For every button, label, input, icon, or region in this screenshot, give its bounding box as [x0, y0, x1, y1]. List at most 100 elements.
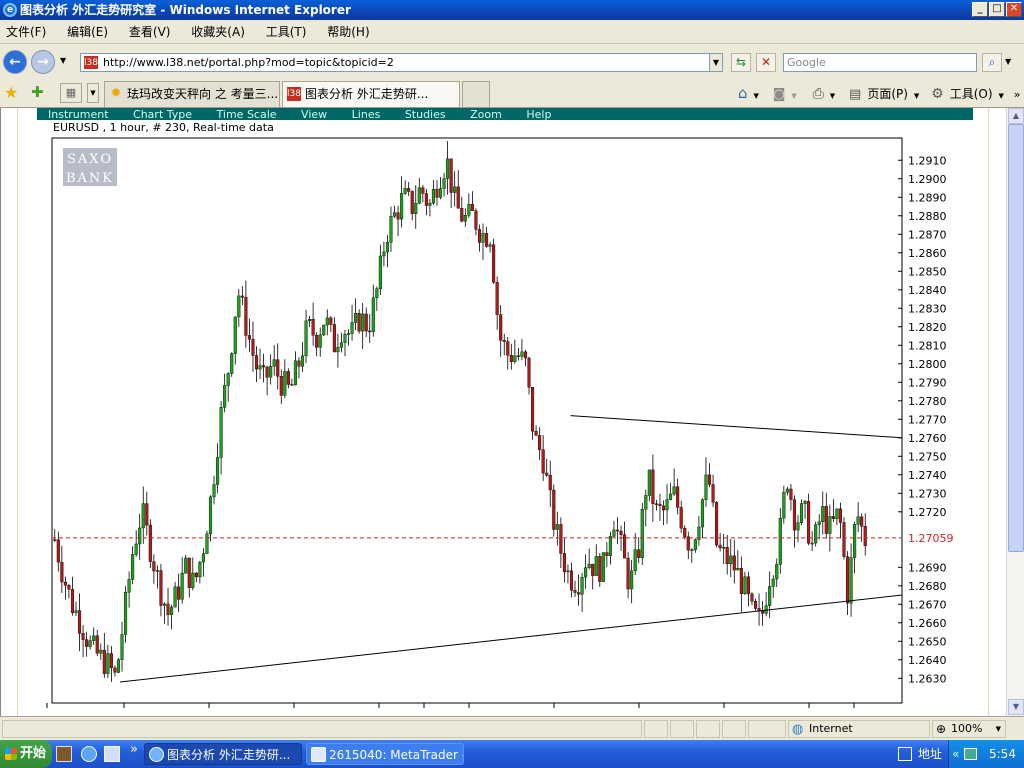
favorites-star-icon[interactable]: ★ [4, 83, 18, 102]
print-icon[interactable]: ⎙ [813, 86, 824, 102]
page-menu[interactable]: 页面(P) [867, 87, 908, 101]
candle-body [633, 549, 637, 572]
vertical-scrollbar[interactable]: ▲ ▼ [1006, 108, 1024, 716]
home-icon[interactable]: ⌂ [738, 84, 748, 102]
tray-expand-icon[interactable]: « [952, 740, 959, 768]
candle-body [131, 554, 135, 580]
address-input[interactable]: l38 http://www.l38.net/portal.php?mod=to… [80, 53, 710, 72]
candlestick-chart[interactable]: SAXO BANK 1.2910 1.2900 1.2890 1.2880 1.2870… [1, 108, 1007, 716]
candle-body [700, 499, 704, 528]
clock[interactable]: 5:54 [989, 740, 1016, 768]
candle-body [240, 295, 244, 298]
candle-body [184, 557, 188, 574]
address-dropdown-button[interactable]: ▼ [709, 53, 723, 72]
add-favorite-icon[interactable]: ✚ [31, 83, 44, 101]
quick-tabs-icon[interactable]: ▦ [60, 83, 82, 103]
candle-body [134, 543, 138, 555]
print-dropdown-icon[interactable]: ▼ [830, 92, 835, 100]
forward-button[interactable]: → [31, 50, 55, 74]
candle-body [424, 193, 428, 206]
quicklaunch-more-icon[interactable]: » [130, 742, 138, 757]
candle-body [205, 533, 209, 554]
candle-body [764, 605, 768, 614]
candle-body [170, 606, 174, 615]
tools-menu[interactable]: 工具(O) [950, 87, 993, 101]
search-icon[interactable]: ⌕ [982, 53, 1002, 72]
tools-dropdown-icon[interactable]: ▼ [999, 92, 1004, 100]
maximize-button[interactable]: □ [989, 2, 1005, 17]
tab-sun-article[interactable]: ✹ 珐玛改变天秤向 之 考量三... [104, 81, 280, 107]
search-options-icon[interactable]: ▼ [1005, 57, 1011, 66]
y-tick-label: 1.2850 [908, 265, 947, 278]
quicklaunch-ie-icon[interactable] [81, 746, 97, 762]
candle-body [120, 634, 124, 660]
candle-body [293, 360, 297, 386]
candle-body [460, 208, 464, 222]
candle-body [265, 366, 269, 378]
candle-body [584, 567, 588, 578]
page-dropdown-icon[interactable]: ▼ [914, 92, 919, 100]
search-input[interactable]: Google [783, 53, 977, 72]
security-zone[interactable]: ◍ Internet [788, 720, 930, 738]
new-tab-button[interactable] [462, 81, 490, 107]
candle-body [116, 659, 121, 673]
candle-body [446, 158, 450, 179]
candle-body [527, 357, 531, 388]
status-seg-3 [696, 720, 720, 738]
refresh-button[interactable]: ⇆ [731, 53, 751, 72]
window-titlebar[interactable]: e 图表分析 外汇走势研究室 - Windows Internet Explor… [0, 0, 1024, 20]
task-metatrader[interactable]: 2615040: MetaTrader - ... [306, 743, 464, 765]
candle-body [739, 568, 743, 594]
zoom-control[interactable]: ⊕ 100% ▼ [932, 720, 1006, 738]
candle-body [343, 333, 347, 343]
candle-body [325, 317, 329, 326]
page-icon: ▤ [849, 87, 862, 102]
keyboard-icon[interactable] [898, 747, 912, 761]
start-button[interactable]: 开始 [0, 740, 52, 768]
menu-file[interactable]: 文件(F) [6, 25, 46, 39]
close-button[interactable]: ✕ [1006, 2, 1022, 17]
quicklaunch-dos-icon[interactable] [56, 746, 72, 762]
menu-help[interactable]: 帮助(H) [327, 25, 369, 39]
menu-favorites[interactable]: 收藏夹(A) [191, 25, 245, 39]
chevron-right-icon[interactable]: » [1014, 88, 1021, 101]
task-ie-window[interactable]: 图表分析 外汇走势研... [144, 743, 302, 765]
system-tray: « 5:54 [948, 740, 1024, 768]
candle-body [538, 435, 542, 450]
menu-edit[interactable]: 编辑(E) [67, 25, 108, 39]
candle-body [722, 547, 726, 549]
status-seg-4 [722, 720, 746, 738]
candle-body [523, 351, 528, 359]
minimize-button[interactable]: _ [972, 2, 988, 17]
history-dropdown-icon[interactable]: ▼ [60, 56, 66, 65]
candle-body [127, 579, 131, 593]
candle-body [389, 216, 393, 243]
zoom-dropdown-icon[interactable]: ▼ [996, 721, 1001, 737]
tab-list-dropdown-icon[interactable]: ▼ [87, 83, 99, 103]
y-tick-label: 1.2800 [908, 358, 947, 371]
candle-body [477, 229, 482, 243]
scroll-thumb[interactable] [1008, 124, 1024, 552]
scroll-down-button[interactable]: ▼ [1008, 699, 1024, 715]
network-icon[interactable] [964, 748, 977, 760]
home-dropdown-icon[interactable]: ▼ [754, 92, 759, 100]
feeds-icon[interactable]: ◙ [773, 87, 786, 102]
candle-body [346, 333, 351, 335]
candle-body [768, 586, 772, 606]
candle-body [237, 295, 241, 318]
candle-body [339, 342, 343, 348]
stop-button[interactable]: ✕ [756, 53, 776, 72]
task-label: 2615040: MetaTrader - ... [329, 748, 463, 762]
tab-chart-analysis[interactable]: l38 图表分析 外汇走势研... ✕ [282, 81, 460, 107]
candle-body [272, 359, 276, 367]
scroll-up-button[interactable]: ▲ [1008, 108, 1024, 124]
back-button[interactable]: ← [3, 50, 27, 74]
candle-body [729, 555, 733, 565]
address-toolbar-label[interactable]: 地址 [918, 740, 942, 768]
quicklaunch-desktop-icon[interactable] [104, 746, 120, 762]
candle-body [803, 501, 807, 504]
y-tick-label: 1.2640 [908, 654, 947, 667]
candle-body [251, 339, 255, 356]
menu-view[interactable]: 查看(V) [129, 25, 171, 39]
menu-tools[interactable]: 工具(T) [266, 25, 307, 39]
